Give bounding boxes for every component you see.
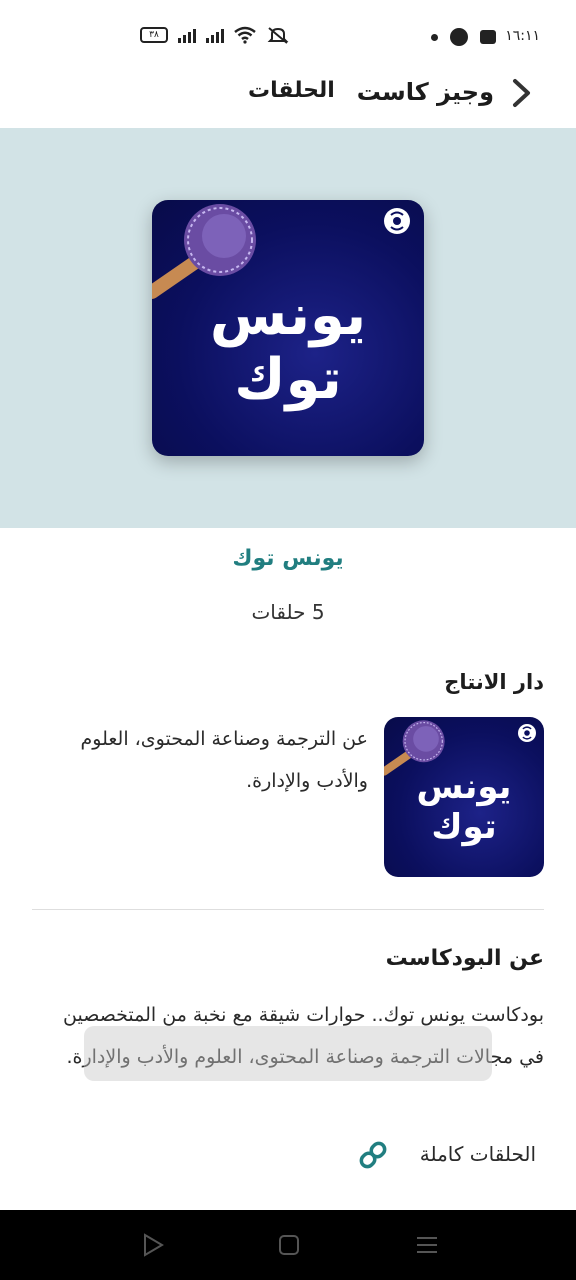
podcast-cover-large: يونس توك <box>152 200 424 456</box>
signal-icon <box>178 27 196 43</box>
episode-count: 5 حلقات <box>251 600 325 624</box>
system-icons: ٣٨ <box>140 26 290 44</box>
wifi-icon <box>234 26 256 44</box>
notification-icons <box>431 28 496 46</box>
home-square-icon[interactable] <box>276 1232 302 1258</box>
brand-title[interactable]: وجيز كاست <box>357 78 494 106</box>
message-icon <box>480 30 496 44</box>
battery-icon: ٣٨ <box>140 27 168 43</box>
producer-description: عن الترجمة وصناعة المحتوى، العلوم والأدب… <box>80 728 369 792</box>
section-divider <box>32 909 544 910</box>
back-chevron-icon[interactable] <box>506 78 536 108</box>
hero-banner: يونس توك <box>0 128 576 528</box>
podcast-name: يونس توك <box>232 546 344 571</box>
link-icon[interactable] <box>356 1138 390 1172</box>
messenger-icon <box>450 28 468 46</box>
producer-heading: دار الانتاج <box>444 670 544 694</box>
podcast-badge-icon-small <box>518 724 536 742</box>
system-nav-bar <box>0 1210 576 1280</box>
back-triangle-icon[interactable] <box>140 1232 166 1258</box>
podcast-badge-icon <box>384 208 410 234</box>
menu-lines-icon[interactable] <box>414 1232 440 1258</box>
toast-overlay <box>84 1026 492 1081</box>
signal-icon-2 <box>206 27 224 43</box>
episodes-nav-link[interactable]: الحلقات <box>248 78 335 103</box>
top-header: وجيز كاست الحلقات <box>0 66 576 126</box>
cover-title-small: يونس توك <box>416 767 512 847</box>
cover-title-large: يونس توك <box>209 283 367 412</box>
about-heading: عن البودكاست <box>385 946 544 971</box>
dot-icon <box>431 33 438 41</box>
full-episodes-link[interactable]: الحلقات كاملة <box>420 1142 536 1166</box>
status-time: ١٦:١١ <box>505 28 540 44</box>
producer-cover[interactable]: يونس توك <box>384 717 544 877</box>
mute-icon <box>267 27 289 44</box>
